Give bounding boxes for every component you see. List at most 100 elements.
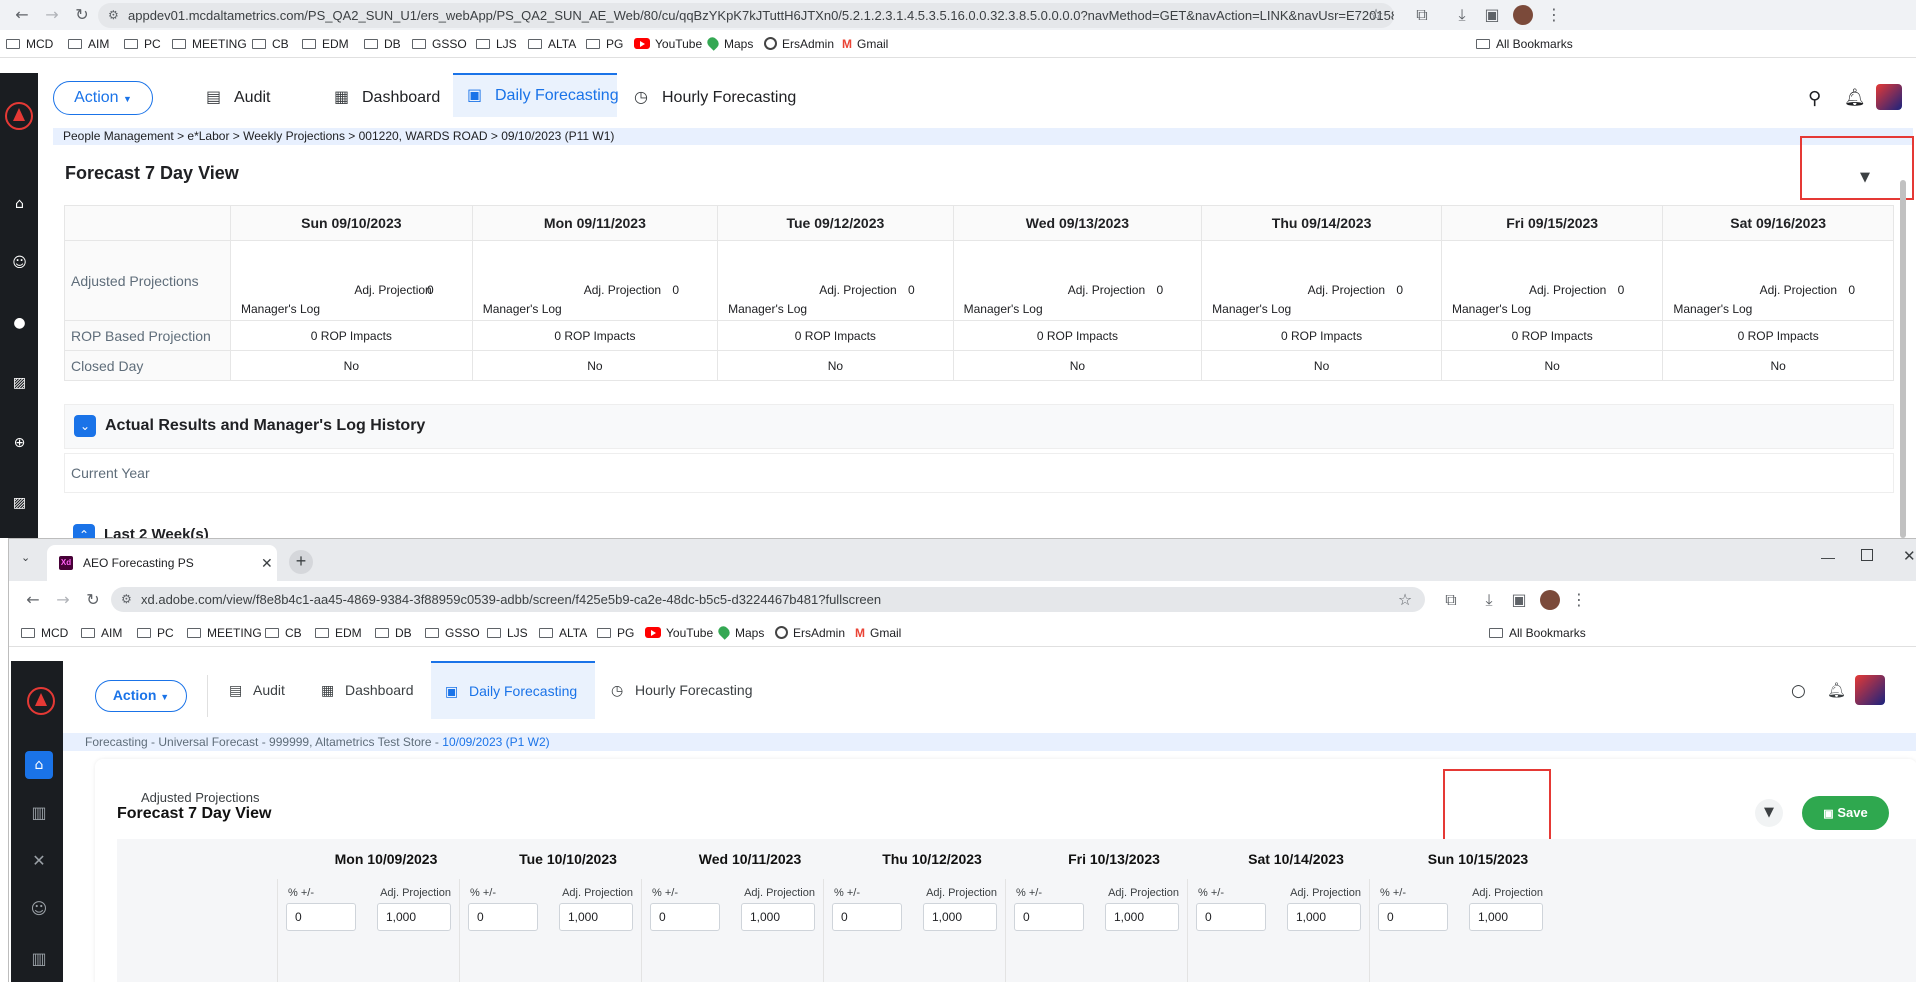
download-icon[interactable]: ⤓ (1479, 590, 1499, 610)
pct-input[interactable]: 0 (1196, 903, 1266, 931)
bookmark-pc[interactable]: PC (124, 30, 161, 58)
nav-hourly-forecasting[interactable]: ◷ Hourly Forecasting (634, 76, 796, 120)
filter-icon[interactable]: ▼ (1755, 799, 1783, 827)
chevron-down-icon[interactable]: ⌄ (74, 415, 96, 437)
image-icon-2[interactable]: ▨ (12, 496, 27, 511)
user-avatar[interactable] (1855, 675, 1885, 705)
bookmark-youtube[interactable]: YouTube (645, 619, 713, 647)
bookmark-mcd[interactable]: MCD (21, 619, 68, 647)
nav-audit[interactable]: ▤ Audit (229, 661, 285, 719)
menu-icon[interactable]: ⋮ (1544, 5, 1564, 25)
download-icon[interactable]: ⤓ (1452, 5, 1472, 25)
bookmark-maps[interactable]: Maps (716, 619, 764, 647)
close-window-icon[interactable]: ✕ (1903, 547, 1916, 565)
notification-bell-icon[interactable]: 🔔︎ (1827, 681, 1846, 699)
bookmark-pg[interactable]: PG (597, 619, 634, 647)
nav-audit[interactable]: ▤ Audit (206, 76, 270, 120)
action-button[interactable]: Action ▼ (53, 81, 153, 115)
adj-cell[interactable]: Adj. Projection 0 Manager's Log (471, 240, 719, 321)
image-icon[interactable]: ▨ (12, 376, 27, 391)
bookmark-pc[interactable]: PC (137, 619, 174, 647)
search-icon[interactable]: ○ (1791, 681, 1806, 701)
bookmark-db[interactable]: DB (375, 619, 412, 647)
bookmark-alta[interactable]: ALTA (528, 30, 576, 58)
pct-input[interactable]: 0 (286, 903, 356, 931)
bookmark-db[interactable]: DB (364, 30, 401, 58)
tools-icon[interactable]: ✕ (29, 851, 49, 871)
users-icon[interactable]: ☺ (12, 256, 27, 271)
adj-projection-input[interactable]: 1,000 (1287, 903, 1361, 931)
bookmark-star-icon[interactable]: ☆ (1395, 590, 1415, 610)
site-info-icon[interactable]: ⚙ (121, 587, 132, 612)
bookmark-maps[interactable]: Maps (705, 30, 753, 58)
url-field[interactable]: ⚙ xd.adobe.com/view/f8e8b4c1-aa45-4869-9… (111, 587, 1425, 612)
profile-avatar[interactable] (1540, 590, 1560, 610)
nav-daily-forecasting[interactable]: ▣ Daily Forecasting (453, 73, 619, 117)
history-section-header[interactable]: ⌄ Actual Results and Manager's Log Histo… (64, 404, 1894, 449)
search-icon[interactable]: ⚲ (1808, 88, 1821, 109)
url-field[interactable]: ⚙ appdev01.mcdaltametrics.com/PS_QA2_SUN… (98, 3, 1394, 28)
adj-projection-input[interactable]: 1,000 (1105, 903, 1179, 931)
user-icon[interactable]: ● (12, 316, 27, 331)
users-icon[interactable]: ☺ (29, 899, 49, 919)
adj-cell[interactable]: Adj. Projection 0 Manager's Log (1662, 240, 1894, 321)
nav-daily-forecasting[interactable]: ▣ Daily Forecasting (431, 661, 595, 719)
bookmark-ljs[interactable]: LJS (487, 619, 528, 647)
reload-icon[interactable]: ↻ (83, 590, 103, 610)
forward-icon[interactable]: → (42, 5, 62, 25)
close-tab-icon[interactable]: ✕ (261, 545, 273, 581)
adj-projection-input[interactable]: 1,000 (741, 903, 815, 931)
user-avatar[interactable] (1876, 84, 1902, 110)
bookmark-aim[interactable]: AIM (68, 30, 109, 58)
bookmark-ljs[interactable]: LJS (476, 30, 517, 58)
bookmark-edm[interactable]: EDM (315, 619, 362, 647)
bookmark-alta[interactable]: ALTA (539, 619, 587, 647)
bookmark-ersadmin[interactable]: ErsAdmin (764, 30, 834, 58)
bookmark-gsso[interactable]: GSSO (425, 619, 480, 647)
tab-aeo-forecasting[interactable]: Xd AEO Forecasting PS ✕ (47, 545, 277, 581)
forward-icon[interactable]: → (53, 590, 73, 610)
extensions-icon[interactable]: ⧉ (1441, 590, 1461, 610)
nav-dashboard[interactable]: ▦ Dashboard (334, 76, 440, 120)
all-bookmarks[interactable]: All Bookmarks (1476, 30, 1573, 58)
adj-projection-input[interactable]: 1,000 (1469, 903, 1543, 931)
bookmark-meeting[interactable]: MEETING (187, 619, 262, 647)
support-icon[interactable]: ⊕ (12, 436, 27, 451)
pct-input[interactable]: 0 (468, 903, 538, 931)
minimize-icon[interactable]: — (1821, 549, 1835, 565)
adj-cell[interactable]: Adj. Projection 0 Manager's Log (1440, 240, 1664, 321)
adj-projection-input[interactable]: 1,000 (559, 903, 633, 931)
adj-cell[interactable]: Adj. Projection 0 Manager's Log (230, 240, 473, 321)
side-panel-icon[interactable]: ▣ (1509, 590, 1529, 610)
profile-avatar[interactable] (1513, 5, 1533, 25)
menu-icon[interactable]: ⋮ (1569, 590, 1589, 610)
pct-input[interactable]: 0 (1378, 903, 1448, 931)
bookmark-aim[interactable]: AIM (81, 619, 122, 647)
new-tab-icon[interactable]: + (289, 550, 313, 574)
back-icon[interactable]: ← (23, 590, 43, 610)
home-icon[interactable]: ⌂ (12, 197, 27, 212)
bookmark-mcd[interactable]: MCD (6, 30, 53, 58)
chevron-up-icon[interactable]: ⌃ (73, 524, 95, 538)
adj-projection-input[interactable]: 1,000 (923, 903, 997, 931)
adj-projection-input[interactable]: 1,000 (377, 903, 451, 931)
pct-input[interactable]: 0 (650, 903, 720, 931)
bookmark-cb[interactable]: CB (265, 619, 302, 647)
adj-cell[interactable]: Adj. Projection 0 Manager's Log (952, 240, 1203, 321)
bookmark-ersadmin[interactable]: ErsAdmin (775, 619, 845, 647)
bookmark-gmail[interactable]: M Gmail (842, 30, 888, 58)
scrollbar[interactable] (1900, 180, 1906, 538)
all-bookmarks[interactable]: All Bookmarks (1489, 619, 1586, 647)
site-info-icon[interactable]: ⚙ (108, 3, 119, 28)
bookmark-cb[interactable]: CB (252, 30, 289, 58)
pct-input[interactable]: 0 (1014, 903, 1084, 931)
home-icon[interactable]: ⌂ (25, 751, 53, 779)
nav-dashboard[interactable]: ▦ Dashboard (321, 661, 414, 719)
notification-bell-icon[interactable]: 🔔︎ (1844, 88, 1866, 108)
action-button[interactable]: Action ▼ (95, 680, 187, 712)
extensions-icon[interactable]: ⧉ (1412, 5, 1432, 25)
pct-input[interactable]: 0 (832, 903, 902, 931)
side-panel-icon[interactable]: ▣ (1482, 5, 1502, 25)
bookmark-gmail[interactable]: M Gmail (855, 619, 901, 647)
save-button[interactable]: ▣ Save (1802, 796, 1889, 830)
